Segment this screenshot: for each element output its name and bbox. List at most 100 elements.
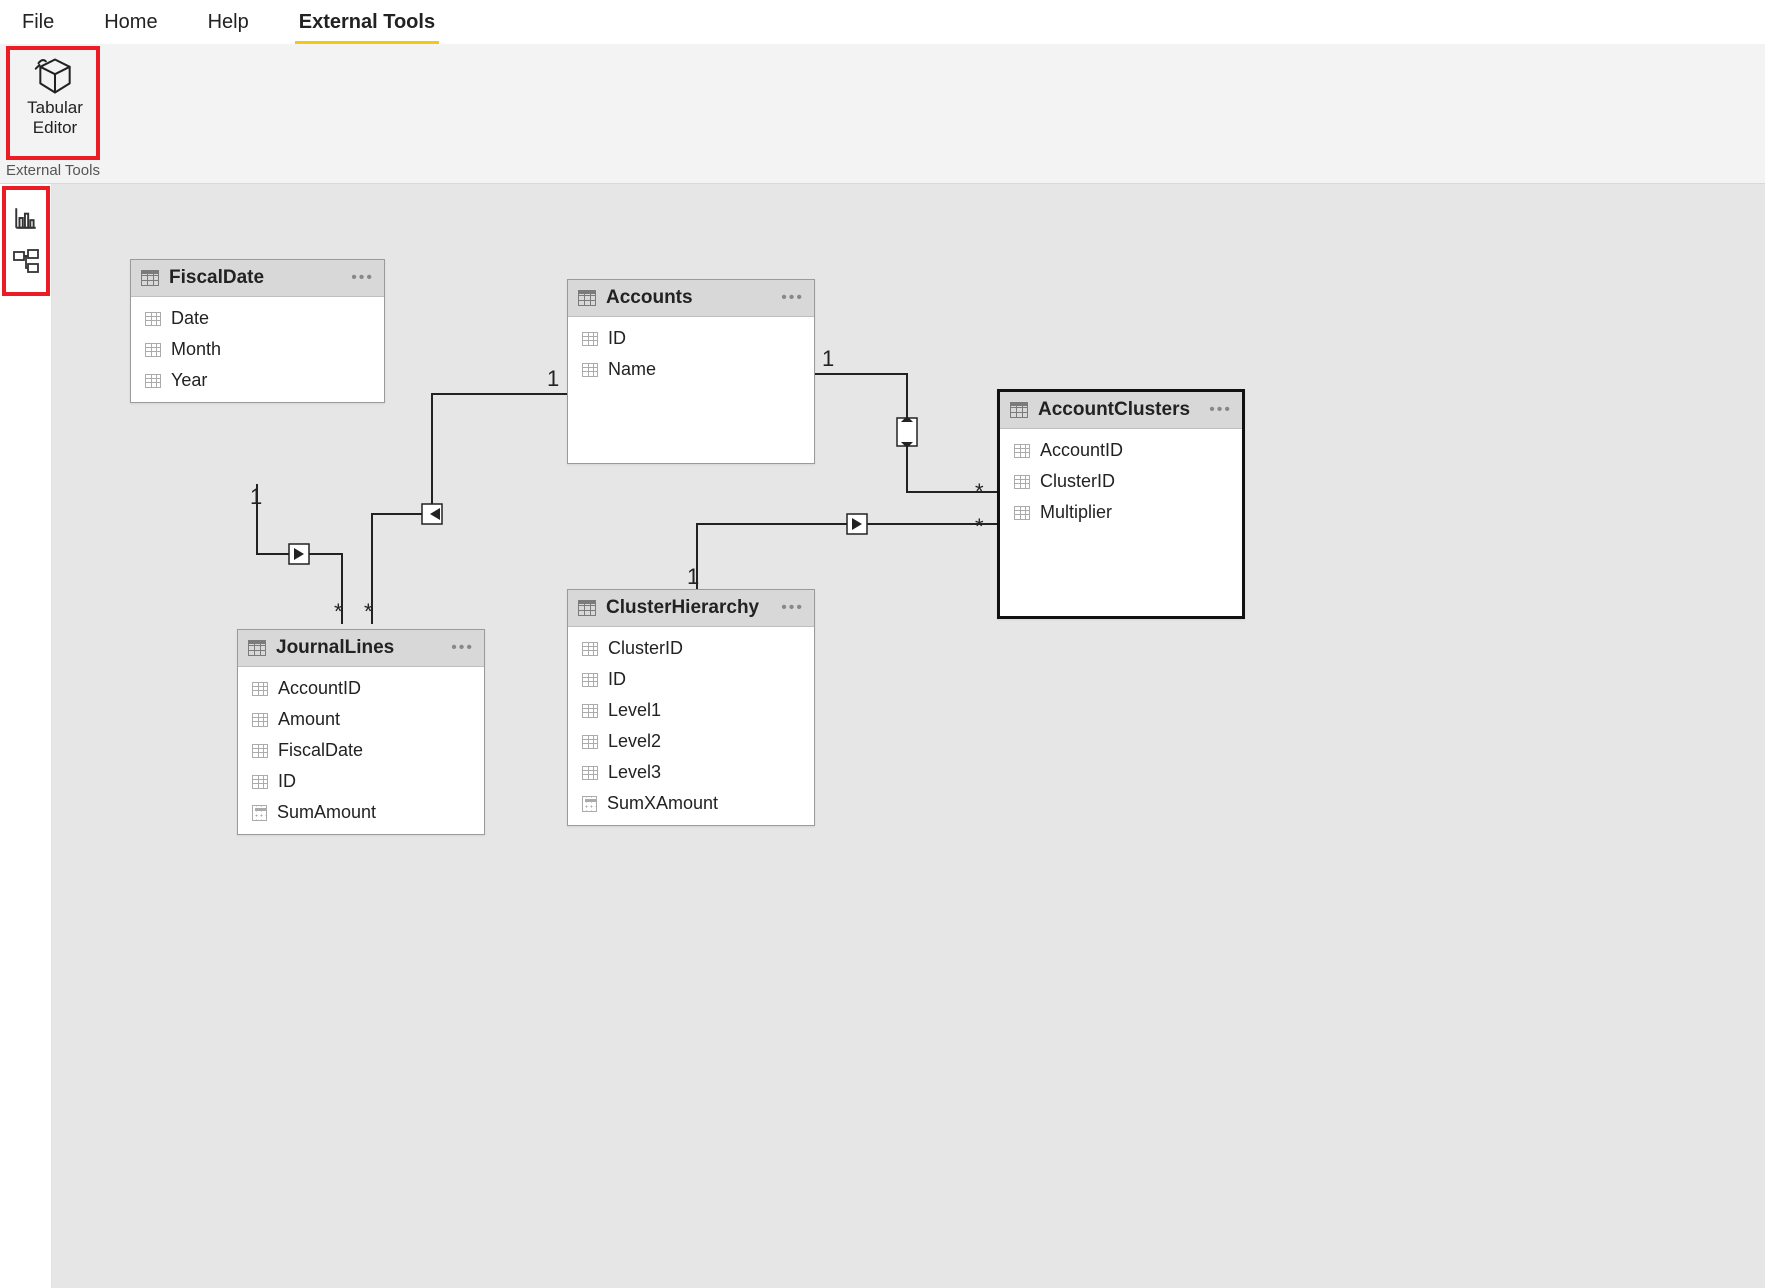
table-icon <box>1010 402 1028 418</box>
table-body: Date Month Year <box>131 297 384 402</box>
column-item[interactable]: Month <box>135 334 380 365</box>
more-icon[interactable]: ••• <box>781 599 804 617</box>
svg-text:1: 1 <box>822 346 834 371</box>
table-body: AccountID Amount FiscalDate ID SumAmount <box>238 667 484 834</box>
column-item[interactable]: Amount <box>242 704 480 735</box>
model-view-button[interactable] <box>6 242 46 282</box>
column-label: Amount <box>278 709 340 730</box>
column-item[interactable]: Level1 <box>572 695 810 726</box>
menubar: File Home Help External Tools <box>0 0 1765 44</box>
column-icon <box>145 374 161 388</box>
table-title: FiscalDate <box>169 267 341 289</box>
tabular-editor-button[interactable]: Tabular Editor <box>10 48 100 156</box>
table-header[interactable]: FiscalDate ••• <box>131 260 384 297</box>
measure-icon <box>252 805 267 821</box>
table-clusterhierarchy[interactable]: ClusterHierarchy ••• ClusterID ID Level1… <box>567 589 815 826</box>
model-canvas[interactable]: 1 * 1 * 1 * 1 * <box>52 184 1765 1288</box>
report-view-button[interactable] <box>6 198 46 238</box>
column-label: Date <box>171 308 209 329</box>
column-icon <box>252 744 268 758</box>
tabular-editor-label1: Tabular <box>27 98 83 118</box>
table-title: ClusterHierarchy <box>606 597 771 619</box>
svg-text:1: 1 <box>687 564 699 589</box>
table-body: AccountID ClusterID Multiplier <box>1000 429 1242 534</box>
column-item[interactable]: FiscalDate <box>242 735 480 766</box>
table-accountclusters[interactable]: AccountClusters ••• AccountID ClusterID … <box>997 389 1245 619</box>
column-label: ID <box>608 669 626 690</box>
column-icon <box>582 673 598 687</box>
menu-file[interactable]: File <box>18 5 58 40</box>
more-icon[interactable]: ••• <box>351 269 374 287</box>
svg-text:*: * <box>975 514 984 539</box>
table-title: JournalLines <box>276 637 441 659</box>
column-icon <box>145 312 161 326</box>
ribbon-group-label: External Tools <box>6 162 100 179</box>
table-icon <box>141 270 159 286</box>
table-journallines[interactable]: JournalLines ••• AccountID Amount Fiscal… <box>237 629 485 835</box>
cube-tool-icon <box>33 54 77 98</box>
menu-home[interactable]: Home <box>100 5 161 40</box>
table-title: AccountClusters <box>1038 399 1199 421</box>
model-icon <box>12 248 40 276</box>
column-label: ID <box>608 328 626 349</box>
column-label: ClusterID <box>608 638 683 659</box>
column-item[interactable]: Level2 <box>572 726 810 757</box>
column-item[interactable]: ID <box>572 323 810 354</box>
menu-help[interactable]: Help <box>204 5 253 40</box>
table-body: ClusterID ID Level1 Level2 Level3 SumXAm… <box>568 627 814 825</box>
more-icon[interactable]: ••• <box>451 639 474 657</box>
more-icon[interactable]: ••• <box>781 289 804 307</box>
column-item[interactable]: ID <box>572 664 810 695</box>
column-item[interactable]: SumAmount <box>242 797 480 828</box>
column-icon <box>1014 475 1030 489</box>
column-label: Year <box>171 370 207 391</box>
table-fiscaldate[interactable]: FiscalDate ••• Date Month Year <box>130 259 385 403</box>
table-body: ID Name <box>568 317 814 391</box>
table-title: Accounts <box>606 287 771 309</box>
column-icon <box>582 642 598 656</box>
column-item[interactable]: Year <box>135 365 380 396</box>
svg-text:*: * <box>975 479 984 504</box>
view-switcher <box>0 184 52 1288</box>
column-item[interactable]: AccountID <box>1004 435 1238 466</box>
column-item[interactable]: Multiplier <box>1004 497 1238 528</box>
column-label: Name <box>608 359 656 380</box>
column-label: Multiplier <box>1040 502 1112 523</box>
column-icon <box>252 775 268 789</box>
menu-external-tools[interactable]: External Tools <box>295 5 439 40</box>
table-header[interactable]: JournalLines ••• <box>238 630 484 667</box>
bar-chart-icon <box>13 205 39 231</box>
column-label: SumAmount <box>277 802 376 823</box>
column-icon <box>582 704 598 718</box>
svg-text:*: * <box>364 599 373 624</box>
column-item[interactable]: Date <box>135 303 380 334</box>
column-label: FiscalDate <box>278 740 363 761</box>
column-item[interactable]: AccountID <box>242 673 480 704</box>
measure-icon <box>582 796 597 812</box>
column-label: Level2 <box>608 731 661 752</box>
column-item[interactable]: ID <box>242 766 480 797</box>
svg-text:1: 1 <box>250 484 262 509</box>
column-item[interactable]: Level3 <box>572 757 810 788</box>
column-icon <box>1014 444 1030 458</box>
table-header[interactable]: Accounts ••• <box>568 280 814 317</box>
column-label: ClusterID <box>1040 471 1115 492</box>
column-item[interactable]: ClusterID <box>572 633 810 664</box>
main-area: 1 * 1 * 1 * 1 * <box>0 184 1765 1288</box>
tabular-editor-label2: Editor <box>33 118 77 138</box>
svg-text:1: 1 <box>547 366 559 391</box>
column-label: SumXAmount <box>607 793 718 814</box>
column-item[interactable]: Name <box>572 354 810 385</box>
column-item[interactable]: SumXAmount <box>572 788 810 819</box>
column-label: AccountID <box>1040 440 1123 461</box>
table-header[interactable]: ClusterHierarchy ••• <box>568 590 814 627</box>
table-accounts[interactable]: Accounts ••• ID Name <box>567 279 815 464</box>
column-label: ID <box>278 771 296 792</box>
column-icon <box>582 735 598 749</box>
more-icon[interactable]: ••• <box>1209 401 1232 419</box>
column-item[interactable]: ClusterID <box>1004 466 1238 497</box>
table-header[interactable]: AccountClusters ••• <box>1000 392 1242 429</box>
column-icon <box>252 682 268 696</box>
table-icon <box>578 290 596 306</box>
column-icon <box>582 766 598 780</box>
